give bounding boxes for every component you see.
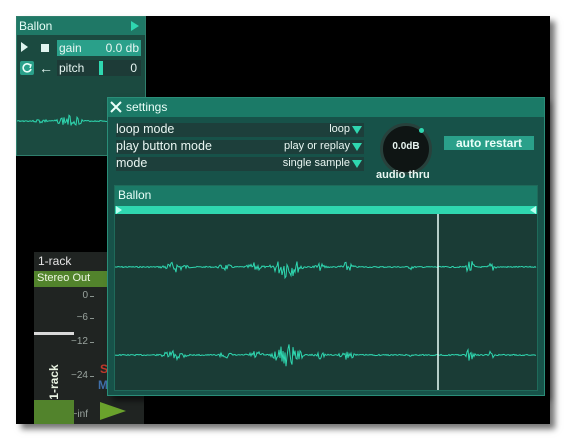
dropdown-triangle-icon[interactable] bbox=[352, 143, 362, 151]
auto-restart-button[interactable]: auto restart bbox=[444, 136, 534, 150]
waveform-header: Ballon bbox=[115, 186, 537, 206]
setting-value: single sample bbox=[282, 157, 350, 169]
meter-tick bbox=[90, 296, 94, 297]
arrow-left-icon[interactable]: ← bbox=[39, 60, 53, 76]
sampler-title: Ballon bbox=[19, 19, 53, 33]
pitch-value: 0 bbox=[130, 61, 137, 75]
setting-label: play button mode bbox=[116, 139, 212, 153]
loop-end-marker[interactable] bbox=[530, 206, 536, 214]
waveform-display[interactable] bbox=[115, 214, 537, 390]
waveform-panel: Ballon bbox=[114, 185, 538, 391]
audio-thru-label: audio thru bbox=[376, 169, 430, 181]
meter-tick-label: 0 bbox=[82, 290, 88, 301]
setting-value: loop bbox=[329, 123, 350, 135]
stop-icon[interactable] bbox=[41, 44, 49, 52]
setting-row-loop-mode[interactable]: loop mode loop bbox=[116, 122, 364, 137]
settings-title-bar[interactable]: settings bbox=[108, 98, 544, 117]
meter-tick bbox=[90, 318, 94, 319]
dropdown-triangle-icon[interactable] bbox=[352, 160, 362, 168]
meter-tick-label: −24 bbox=[71, 370, 88, 381]
gain-value: 0.0 db bbox=[105, 41, 139, 55]
stereo-out-text: Stereo Out bbox=[37, 272, 91, 284]
rack-play-icon[interactable] bbox=[100, 402, 126, 420]
volume-fader[interactable] bbox=[34, 332, 74, 335]
rack-title: 1-rack bbox=[38, 254, 72, 268]
knob-value: 0.0dB bbox=[392, 141, 420, 152]
loop-start-marker[interactable] bbox=[116, 206, 122, 214]
settings-window: settings loop mode loop play button mode… bbox=[107, 97, 545, 396]
loop-range-bar[interactable] bbox=[115, 206, 537, 214]
settings-title: settings bbox=[126, 100, 168, 114]
close-icon[interactable] bbox=[109, 100, 123, 114]
gain-field[interactable]: gain 0.0 db bbox=[57, 40, 141, 56]
pitch-field[interactable]: pitch 0 bbox=[57, 60, 141, 76]
stereo-out-label[interactable]: Stereo Out bbox=[34, 271, 110, 287]
play-triangle-icon[interactable] bbox=[131, 21, 139, 31]
setting-label: mode bbox=[116, 156, 148, 170]
setting-row-play-button-mode[interactable]: play button mode play or replay bbox=[116, 139, 364, 154]
rack-vertical-label: 1-rack bbox=[47, 364, 61, 400]
setting-label: loop mode bbox=[116, 122, 175, 136]
pitch-slider-handle[interactable] bbox=[99, 61, 103, 75]
sampler-title-bar[interactable]: Ballon bbox=[17, 17, 145, 35]
waveform-title: Ballon bbox=[118, 188, 152, 202]
setting-value: play or replay bbox=[283, 140, 350, 152]
setting-row-mode[interactable]: mode single sample bbox=[116, 156, 364, 171]
knob-indicator bbox=[419, 128, 424, 133]
dropdown-triangle-icon[interactable] bbox=[352, 126, 362, 134]
audio-thru-knob[interactable]: 0.0dB bbox=[380, 123, 432, 175]
meter-tick-label: −12 bbox=[71, 336, 88, 347]
pitch-label: pitch bbox=[59, 61, 85, 75]
play-icon[interactable] bbox=[21, 41, 31, 53]
meter-tick bbox=[90, 376, 94, 377]
gain-label: gain bbox=[59, 41, 82, 55]
meter-tick-label: −6 bbox=[76, 312, 88, 323]
meter-tick bbox=[90, 342, 94, 343]
loop-icon[interactable] bbox=[20, 61, 34, 75]
